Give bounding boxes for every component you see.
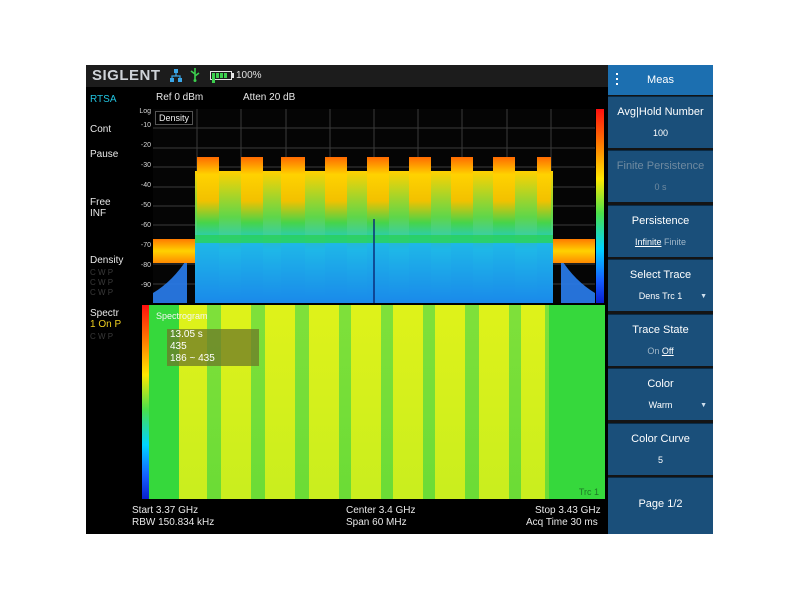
spectrogram-plot[interactable]: Spectrogram 13.05 s 435 186 ~ 435 Trc 1: [142, 305, 605, 499]
y-tick: -60: [140, 222, 151, 229]
persistence-options: Infinite Finite: [608, 237, 713, 247]
density-trace-label: Density: [90, 255, 124, 266]
softkey-title: Finite Persistence: [616, 160, 705, 172]
softkey-title: Page 1/2: [638, 498, 683, 510]
stop-frequency: Stop 3.43 GHz: [535, 505, 601, 516]
option-off: Off: [661, 346, 674, 356]
usb-icon: [190, 68, 200, 82]
page-button[interactable]: Page 1/2: [608, 477, 713, 534]
color-curve-button[interactable]: Color Curve 5: [608, 423, 713, 475]
status-bar: SIGLENT 100%: [86, 65, 608, 87]
spectr-sub: C W P: [90, 332, 114, 341]
span: Span 60 MHz: [346, 517, 407, 528]
network-icon: [170, 69, 182, 82]
softkey-value: Warm: [648, 400, 673, 410]
option-on: On: [647, 346, 660, 356]
density-plot[interactable]: Density: [153, 109, 595, 303]
persistence-button[interactable]: Persistence Infinite Finite: [608, 205, 713, 257]
readout-time: 13.05 s: [170, 329, 203, 340]
start-frequency: Start 3.37 GHz: [132, 505, 199, 516]
softkey-title: Persistence: [631, 215, 690, 227]
softkey-value: Dens Trc 1: [638, 291, 683, 301]
meas-menu-header[interactable]: Meas: [608, 65, 713, 95]
sweep-cont-label: Cont: [90, 124, 112, 135]
left-status-column: RTSA Cont Pause Free INF Density C W P C…: [86, 87, 141, 507]
battery-icon: [210, 71, 232, 83]
spectrogram-color-bar: [142, 305, 149, 499]
softkey-value: 5: [657, 455, 663, 465]
color-button[interactable]: Color Warm ▼: [608, 368, 713, 420]
softkey-title: Select Trace: [629, 269, 692, 281]
attenuation: Atten 20 dB: [243, 92, 296, 103]
y-tick: -50: [140, 202, 151, 209]
softkey-value: 0 s: [654, 182, 667, 192]
acquisition-time: Acq Time 30 ms: [526, 517, 598, 528]
dropdown-arrow-icon: ▼: [700, 293, 707, 300]
y-tick: -90: [140, 282, 151, 289]
spectrogram-label: Spectrogram: [156, 311, 208, 321]
readout-range: 186 ~ 435: [170, 353, 215, 364]
softkey-title: Color Curve: [631, 433, 690, 445]
battery-cap: [232, 73, 234, 78]
finite-persistence-button[interactable]: Finite Persistence 0 s: [608, 150, 713, 202]
analyzer-screen: SIGLENT 100% RTSA Cont Pause Free INF De…: [86, 65, 713, 534]
softkey-value: 100: [652, 128, 669, 138]
trace-state-options: On Off: [608, 346, 713, 356]
battery-level: 100%: [236, 70, 262, 81]
spectrogram-readout: 13.05 s 435 186 ~ 435: [167, 329, 259, 366]
ref-level: Ref 0 dBm: [156, 92, 204, 103]
softkey-title: Color: [647, 378, 674, 390]
density-color-bar: [596, 109, 604, 303]
y-tick: -10: [140, 122, 151, 129]
option-infinite: Infinite: [634, 237, 662, 247]
brand-logo: SIGLENT: [92, 67, 161, 84]
y-scale-label: Log: [139, 108, 151, 115]
mode-label: RTSA: [90, 94, 117, 105]
readout-index: 435: [170, 341, 187, 352]
option-finite: Finite: [664, 237, 687, 247]
softkey-panel: Meas Avg|Hold Number 100 Finite Persiste…: [608, 65, 713, 534]
inf-label: INF: [90, 208, 107, 219]
density-plot-label: Density: [155, 111, 194, 125]
meas-menu-title: Meas: [647, 74, 674, 86]
trace-state-button[interactable]: Trace State On Off: [608, 314, 713, 366]
density-trace-graphic: [153, 109, 595, 303]
spectrogram-trace-label: Trc 1: [578, 487, 599, 497]
rbw: RBW 150.834 kHz: [132, 517, 215, 528]
softkey-title: Avg|Hold Number: [617, 106, 704, 118]
dropdown-arrow-icon: ▼: [700, 402, 707, 409]
spectr-state: 1 On P: [90, 319, 122, 330]
y-tick: -40: [140, 182, 151, 189]
select-trace-button[interactable]: Select Trace Dens Trc 1 ▼: [608, 259, 713, 311]
y-tick: -20: [140, 142, 151, 149]
avg-hold-number-button[interactable]: Avg|Hold Number 100: [608, 96, 713, 148]
y-tick: -30: [140, 162, 151, 169]
y-tick: -70: [140, 242, 151, 249]
y-tick: -80: [140, 262, 151, 269]
center-frequency: Center 3.4 GHz: [346, 505, 416, 516]
pause-label: Pause: [90, 149, 119, 160]
softkey-title: Trace State: [632, 324, 689, 336]
density-sub-3: C W P: [90, 288, 114, 297]
